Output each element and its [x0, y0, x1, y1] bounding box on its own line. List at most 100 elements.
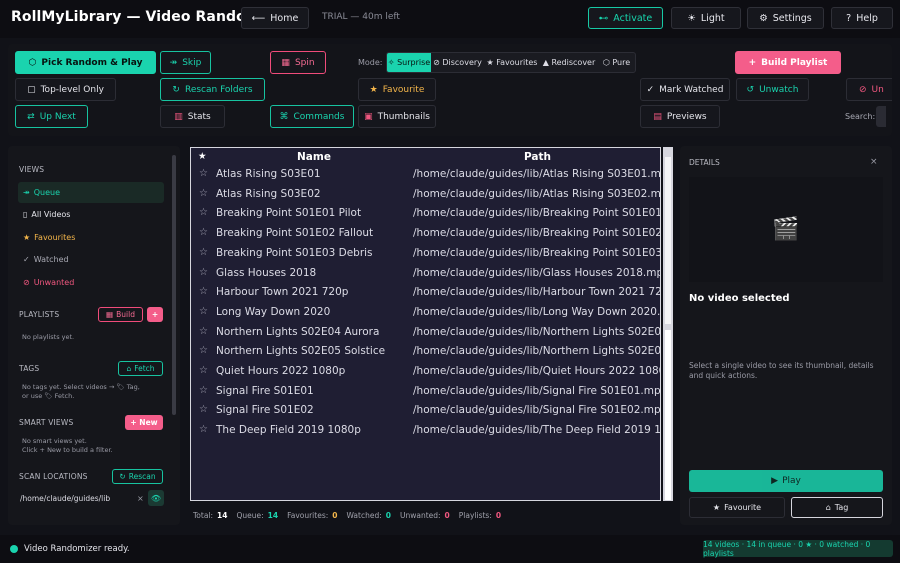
thumbnails-button[interactable]: ▣ Thumbnails [358, 105, 436, 128]
scan-location-remove-button[interactable]: × [137, 494, 144, 503]
table-row[interactable]: ☆ Breaking Point S01E01 Pilot/home/claude… [191, 205, 660, 225]
table-scrollbar-thumb[interactable] [665, 330, 671, 500]
mode-discovery[interactable]: ⊘ Discovery [431, 53, 484, 72]
unwatch-button[interactable]: ↺ Unwatch [736, 78, 809, 101]
favourite-star-toggle[interactable]: ☆ [199, 247, 208, 258]
refresh-icon: ↻ [119, 472, 126, 481]
video-name: Signal Fire S01E02 [216, 404, 314, 417]
mark-watched-button[interactable]: ✓ Mark Watched [640, 78, 730, 101]
film-icon: ▦ [281, 57, 290, 68]
spin-button[interactable]: ▦ Spin [270, 51, 326, 74]
video-name: Northern Lights S02E05 Solstice [216, 345, 386, 358]
favourite-star-toggle[interactable]: ☆ [199, 267, 208, 278]
play-button[interactable]: ▶ Play [689, 470, 883, 492]
mode-favourites[interactable]: ★ Favourites [484, 53, 540, 72]
stat-playlists: Playlists: 0 [458, 511, 502, 520]
favourite-star-toggle[interactable]: ☆ [199, 404, 208, 415]
commands-button[interactable]: ⌘ Commands [270, 105, 354, 128]
tags-fetch-button[interactable]: ⌂ Fetch [118, 361, 163, 376]
stat-favourites: Favourites: 0 [287, 511, 338, 520]
sidebar-item-queue[interactable]: ↠ Queue [18, 182, 164, 203]
favourite-button[interactable]: ★ Favourite [358, 78, 436, 101]
sidebar-item-unwanted[interactable]: ⊘ Unwanted [18, 272, 164, 293]
ban-icon: ⊘ [859, 84, 867, 95]
video-path: /home/claude/guides/lib/Signal Fire S01E… [413, 404, 661, 417]
sidebar-item-all-videos[interactable]: ▯ All Videos [18, 204, 164, 225]
favourite-star-toggle[interactable]: ☆ [199, 207, 208, 218]
help-button[interactable]: ? Help [831, 7, 893, 29]
stat-queue: Queue: 14 [236, 511, 279, 520]
top-level-only-toggle[interactable]: ▢ Top-level Only [15, 78, 116, 101]
video-name: Atlas Rising S03E02 [216, 187, 321, 200]
table-row[interactable]: ☆ Signal Fire S01E01/home/claude/guides/l… [191, 383, 660, 403]
film-icon: ▦ [106, 310, 114, 319]
unwanted-button[interactable]: ⊘ Un [846, 78, 892, 101]
home-button[interactable]: ⟵ Home [241, 7, 309, 29]
up-next-button[interactable]: ⇄ Up Next [15, 105, 88, 128]
table-row[interactable]: ☆ Northern Lights S02E04 Aurora/home/clau… [191, 324, 661, 344]
favourite-star-toggle[interactable]: ☆ [199, 286, 208, 297]
pick-random-play-button[interactable]: ⬡ Pick Random & Play [15, 51, 156, 74]
table-row[interactable]: ☆ Northern Lights S02E05 Solstice/home/cl… [191, 343, 660, 363]
details-help-text: Select a single video to see its thumbna… [689, 361, 874, 380]
favourite-star-toggle[interactable]: ☆ [199, 227, 208, 238]
arrow-left-icon: ⟵ [251, 12, 266, 24]
table-scrollbar-track[interactable] [665, 157, 671, 324]
rescan-folders-button[interactable]: ↻ Rescan Folders [160, 78, 265, 101]
mode-rediscover[interactable]: ▲ Rediscover [540, 53, 598, 72]
previews-button[interactable]: ▤ Previews [640, 105, 720, 128]
video-path: /home/claude/guides/lib/The Deep Field 2… [413, 424, 661, 437]
activate-button[interactable]: ⊷ Activate [588, 7, 663, 29]
favourite-star-toggle[interactable]: ☆ [199, 345, 208, 356]
favourite-star-toggle[interactable]: ☆ [199, 424, 208, 435]
table-row[interactable]: ☆ Atlas Rising S03E01/home/claude/guides/… [191, 166, 660, 186]
light-theme-button[interactable]: ☀ Light [671, 7, 741, 29]
scan-rescan-button[interactable]: ↻ Rescan [112, 469, 163, 484]
status-summary-badge: 14 videos · 14 in queue · 0 ★ · 0 watche… [703, 540, 893, 558]
favourite-star-toggle[interactable]: ☆ [199, 188, 208, 199]
video-path: /home/claude/guides/lib/Northern Lights … [413, 325, 661, 338]
table-header-star[interactable]: ★ [198, 151, 207, 162]
table-row[interactable]: ☆ Atlas Rising S03E02/home/claude/guides/… [191, 186, 660, 206]
ban-icon: ⊘ [23, 278, 30, 287]
details-tag-button[interactable]: ⌂ Tag [791, 497, 883, 518]
playlists-add-button[interactable]: + [147, 307, 163, 322]
smart-views-new-button[interactable]: + New [125, 415, 163, 430]
star-icon: ★ [369, 84, 378, 95]
sidebar-scrollbar[interactable] [172, 155, 176, 415]
favourite-star-toggle[interactable]: ☆ [199, 306, 208, 317]
table-row[interactable]: ☆ The Deep Field 2019 1080p/home/claude/g… [191, 422, 661, 442]
details-close-button[interactable]: × [870, 157, 878, 167]
skip-button[interactable]: ↠ Skip [160, 51, 211, 74]
sidebar-item-watched[interactable]: ✓ Watched [18, 249, 164, 270]
favourite-star-toggle[interactable]: ☆ [199, 326, 208, 337]
build-playlist-button[interactable]: + Build Playlist [735, 51, 841, 74]
table-row[interactable]: ☆ Glass Houses 2018/home/claude/guides/li… [191, 265, 660, 285]
favourite-star-toggle[interactable]: ☆ [199, 385, 208, 396]
table-row[interactable]: ☆ Signal Fire S01E02/home/claude/guides/l… [191, 402, 661, 422]
details-favourite-button[interactable]: ★ Favourite [689, 497, 785, 518]
search-input[interactable] [876, 106, 886, 127]
table-row[interactable]: ☆ Harbour Town 2021 720p/home/claude/guid… [191, 284, 660, 304]
sidebar-item-favourites[interactable]: ★ Favourites [18, 227, 164, 248]
playlists-title: PLAYLISTS [19, 310, 60, 319]
table-header-path[interactable]: Path [524, 151, 551, 163]
video-name: The Deep Field 2019 1080p [216, 424, 361, 437]
stats-button[interactable]: ▥ Stats [160, 105, 225, 128]
mode-surprise[interactable]: ✧ Surprise [387, 53, 431, 72]
settings-button[interactable]: ⚙ Settings [747, 7, 824, 29]
table-header-name[interactable]: Name [297, 151, 331, 163]
favourite-star-toggle[interactable]: ☆ [199, 168, 208, 179]
play-icon: ▶ [771, 476, 779, 486]
table-row[interactable]: ☆ Long Way Down 2020/home/claude/guides/l… [191, 304, 660, 324]
video-name: Quiet Hours 2022 1080p [216, 365, 346, 377]
favourite-star-toggle[interactable]: ☆ [199, 365, 208, 376]
sparkle-icon: ✧ [387, 58, 395, 67]
table-row[interactable]: ☆ Breaking Point S01E03 Debris/home/claud… [191, 245, 660, 265]
table-row[interactable]: ☆ Quiet Hours 2022 1080p/home/claude/guid… [191, 363, 660, 383]
trial-status: TRIAL — 40m left [322, 12, 400, 22]
table-row[interactable]: ☆ Breaking Point S01E02 Fallout/home/clau… [191, 225, 660, 245]
mode-pure[interactable]: ⬡ Pure [598, 53, 635, 72]
playlists-build-button[interactable]: ▦ Build [98, 307, 143, 322]
scan-location-visibility-toggle[interactable]: 👁 [148, 490, 164, 506]
